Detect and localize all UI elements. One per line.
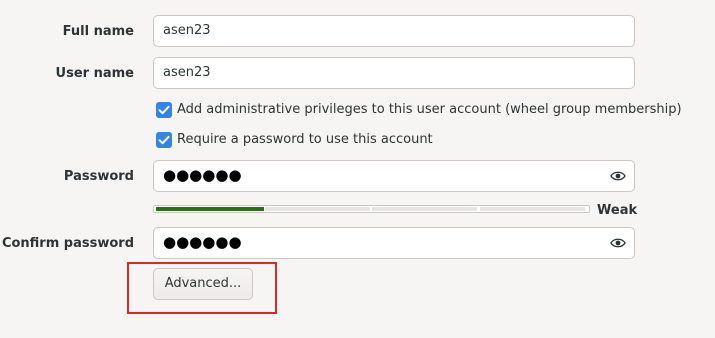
checkbox-checked-icon — [158, 105, 170, 115]
password-strength-meter — [153, 205, 590, 213]
strength-segment — [265, 207, 370, 211]
password-field[interactable]: ●●●●●● — [153, 160, 635, 192]
password-strength-text: Weak — [597, 203, 638, 218]
password-label: Password — [63, 169, 134, 184]
confirm-password-value: ●●●●●● — [163, 233, 242, 251]
strength-segment — [372, 207, 477, 211]
admin-privileges-checkbox[interactable] — [156, 102, 172, 118]
strength-segment — [480, 207, 585, 211]
checkbox-checked-icon — [158, 135, 170, 145]
confirm-password-label: Confirm password — [1, 236, 134, 251]
full-name-value: asen23 — [163, 23, 211, 38]
highlight-box — [127, 262, 277, 314]
strength-fill — [156, 207, 264, 211]
user-name-value: asen23 — [163, 65, 211, 80]
confirm-password-field[interactable]: ●●●●●● — [153, 227, 635, 259]
user-name-field[interactable]: asen23 — [153, 57, 635, 89]
eye-icon[interactable] — [610, 169, 626, 183]
require-password-checkbox[interactable] — [156, 132, 172, 148]
user-name-label: User name — [55, 66, 134, 81]
full-name-label: Full name — [62, 24, 134, 39]
admin-privileges-label[interactable]: Add administrative privileges to this us… — [177, 102, 682, 117]
require-password-label[interactable]: Require a password to use this account — [177, 132, 433, 147]
eye-icon[interactable] — [610, 236, 626, 250]
password-value: ●●●●●● — [163, 166, 242, 184]
full-name-field[interactable]: asen23 — [153, 15, 635, 47]
